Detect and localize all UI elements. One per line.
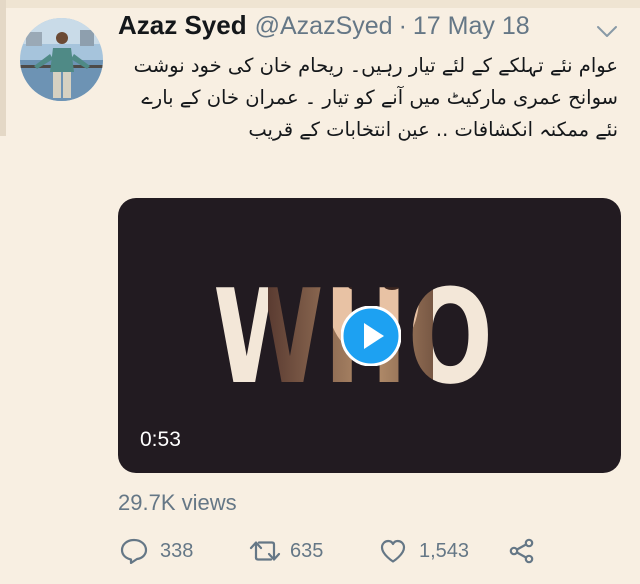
heart-icon[interactable]: [379, 538, 407, 568]
avatar[interactable]: [20, 18, 103, 101]
reply-icon[interactable]: [120, 538, 148, 568]
author-handle[interactable]: @AzazSyed: [255, 12, 393, 41]
play-button[interactable]: [340, 305, 402, 367]
thread-rule: [0, 0, 6, 136]
retweet-count: 635: [290, 540, 324, 562]
video-duration: 0:53: [140, 428, 181, 451]
like-count: 1,543: [419, 540, 470, 562]
reply-count: 338: [160, 540, 194, 562]
retweet-icon[interactable]: [249, 538, 281, 568]
separator-dot: ·: [398, 12, 407, 40]
play-icon: [340, 305, 402, 367]
tweet-header: Azaz Syed @AzazSyed · 17 May 18: [118, 10, 548, 46]
tweet-text: عوام نئے تہلکے کے لئے تیار رہیں۔ ریحام خ…: [133, 54, 618, 141]
tweet-date[interactable]: 17 May 18: [413, 12, 530, 41]
view-count: 29.7K views: [118, 490, 237, 515]
chevron-down-icon[interactable]: [596, 24, 618, 40]
author-name[interactable]: Azaz Syed: [118, 10, 247, 41]
top-divider: [0, 0, 640, 8]
share-icon[interactable]: [508, 538, 536, 568]
